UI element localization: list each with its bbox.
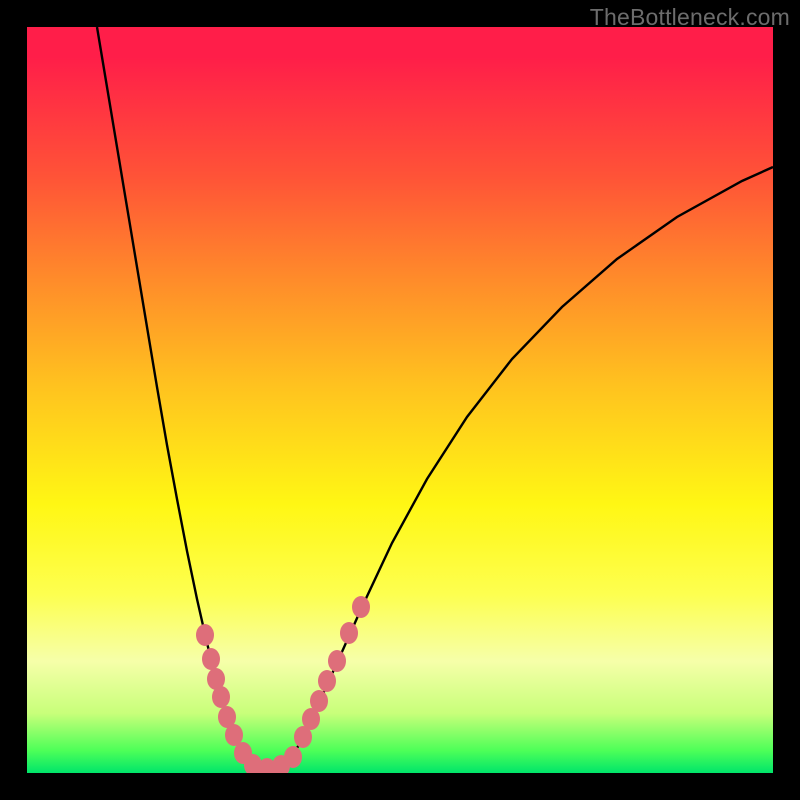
- data-marker: [212, 686, 230, 708]
- plot-area: [27, 27, 773, 773]
- data-marker: [340, 622, 358, 644]
- data-marker: [202, 648, 220, 670]
- data-marker: [318, 670, 336, 692]
- bottleneck-curve: [97, 27, 773, 769]
- outer-frame: TheBottleneck.com: [0, 0, 800, 800]
- data-marker: [284, 746, 302, 768]
- marker-group: [196, 596, 370, 773]
- data-marker: [328, 650, 346, 672]
- chart-svg: [27, 27, 773, 773]
- data-marker: [352, 596, 370, 618]
- data-marker: [310, 690, 328, 712]
- curve-group: [97, 27, 773, 769]
- watermark-text: TheBottleneck.com: [590, 4, 790, 31]
- data-marker: [196, 624, 214, 646]
